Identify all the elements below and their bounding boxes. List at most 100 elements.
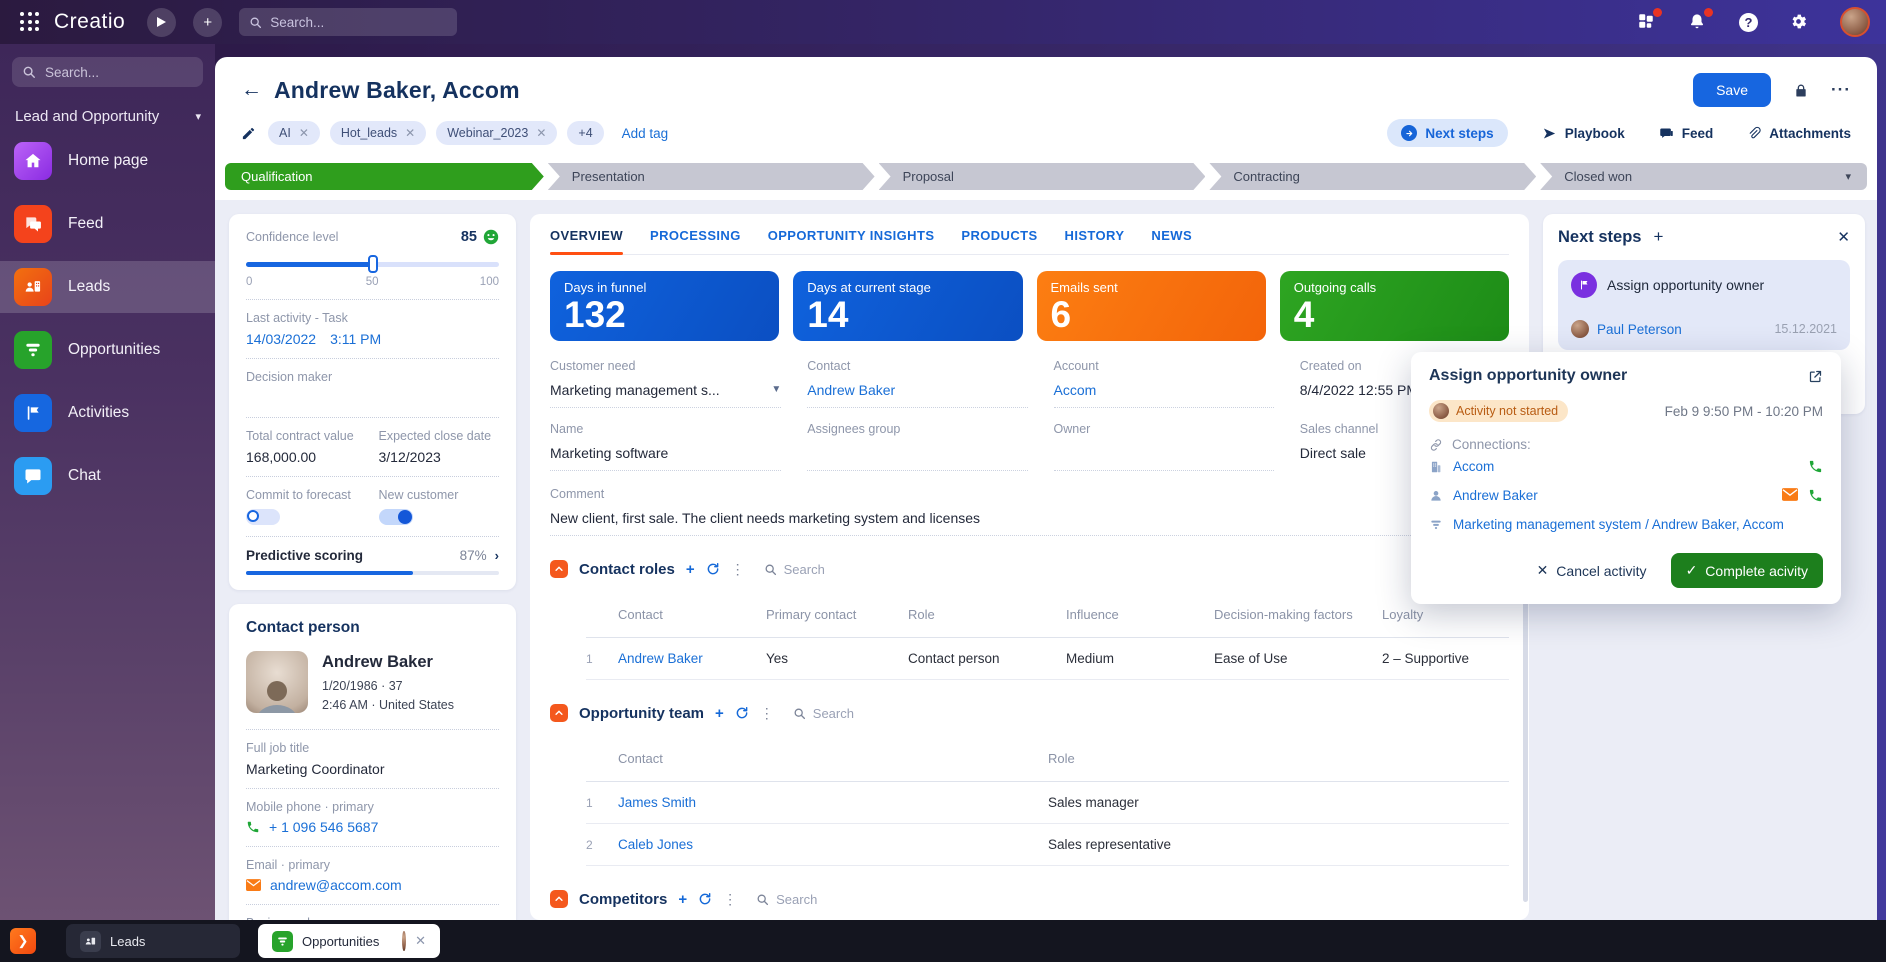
global-search-input[interactable]: Search... [239,8,457,36]
settings-gear-icon[interactable] [1789,12,1809,32]
marketplace-icon[interactable] [1637,12,1657,32]
account-link[interactable]: Accom [1453,459,1494,474]
workspace-selector[interactable]: Lead and Opportunity ▾ [15,108,201,125]
phone-icon[interactable] [1808,459,1823,474]
sidebar-search-input[interactable]: Search... [12,57,203,87]
remove-tag-icon[interactable]: ✕ [299,126,309,140]
close-icon[interactable]: ✕ [415,933,426,949]
name-field[interactable]: Name Marketing software [550,422,781,471]
last-activity-date-link[interactable]: 14/03/2022 [246,331,316,347]
job-title-value[interactable]: Marketing Coordinator [246,761,499,777]
contact-name[interactable]: Andrew Baker [322,653,454,672]
stage-qualification[interactable]: Qualification [225,163,544,190]
refresh-icon[interactable] [706,562,720,576]
sidebar-item-leads[interactable]: Leads [0,261,215,313]
account-link[interactable]: Accom [1054,382,1097,398]
complete-activity-button[interactable]: ✓ Complete acivity [1671,553,1823,588]
commit-forecast-toggle[interactable] [246,509,280,525]
sidebar-item-feed[interactable]: Feed [0,198,215,250]
stage-proposal[interactable]: Proposal [879,163,1206,190]
table-row[interactable]: 1 James Smith Sales manager [586,782,1509,824]
tab-history[interactable]: HISTORY [1065,228,1125,254]
taskbar-tab-opportunities[interactable]: Opportunities ✕ [258,924,440,958]
contact-link[interactable]: Andrew Baker [618,651,766,666]
envelope-icon[interactable] [1782,488,1798,503]
help-icon[interactable]: ? [1739,13,1758,32]
more-actions-icon[interactable]: ··· [1831,80,1851,100]
owner-field[interactable]: Owner [1054,422,1274,471]
next-steps-button[interactable]: Next steps [1387,119,1507,147]
open-record-icon[interactable] [1808,369,1823,384]
confidence-slider[interactable] [246,255,499,273]
tag-pill[interactable]: Webinar_2023✕ [436,121,557,145]
assignees-group-field[interactable]: Assignees group [807,422,1027,471]
kebab-menu-icon[interactable]: ⋮ [723,891,737,908]
attachments-button[interactable]: Attachments [1747,126,1851,141]
sidebar-item-opportunities[interactable]: Opportunities [0,324,215,376]
contact-link[interactable]: Andrew Baker [1453,488,1538,503]
sidebar-item-home[interactable]: Home page [0,135,215,187]
stage-contracting[interactable]: Contracting [1209,163,1536,190]
section-search[interactable]: Search [764,562,825,577]
launcher-icon[interactable]: ❯ [10,928,36,954]
table-row[interactable]: 1 Andrew Baker Yes Contact person Medium… [586,638,1509,680]
sidebar-item-chat[interactable]: Chat [0,450,215,502]
contact-link[interactable]: James Smith [618,795,1048,810]
account-field[interactable]: Account Accom [1054,359,1274,408]
cancel-activity-button[interactable]: ✕ Cancel activity [1537,562,1647,579]
user-avatar[interactable] [1840,7,1870,37]
tab-processing[interactable]: PROCESSING [650,228,741,254]
decision-maker-field[interactable] [246,384,499,406]
play-button[interactable] [147,8,176,37]
tab-news[interactable]: NEWS [1151,228,1192,254]
owner-link[interactable]: Paul Peterson [1597,322,1682,337]
remove-tag-icon[interactable]: ✕ [536,126,546,140]
add-tag-link[interactable]: Add tag [622,126,669,141]
add-button[interactable]: + [193,8,222,37]
last-activity-time-link[interactable]: 3:11 PM [330,331,381,347]
tab-overview[interactable]: OVERVIEW [550,228,623,254]
new-customer-toggle[interactable] [379,509,413,525]
mobile-phone-link[interactable]: + 1 096 546 5687 [269,819,378,835]
opportunity-link[interactable]: Marketing management system / Andrew Bak… [1453,517,1784,532]
phone-icon[interactable] [1808,488,1823,503]
playbook-button[interactable]: Playbook [1542,126,1625,141]
stage-presentation[interactable]: Presentation [548,163,875,190]
tag-pill[interactable]: Hot_leads✕ [330,121,426,145]
contact-link[interactable]: Andrew Baker [807,382,895,398]
back-arrow-icon[interactable]: ← [241,78,262,102]
connection-account[interactable]: Accom [1429,452,1823,481]
collapse-icon[interactable] [550,704,568,722]
contact-field[interactable]: Contact Andrew Baker [807,359,1027,408]
expected-close-value[interactable]: 3/12/2023 [379,449,500,465]
feed-button[interactable]: Feed [1659,126,1714,141]
contact-photo[interactable] [246,651,308,713]
edit-tags-icon[interactable] [241,126,256,141]
chevron-right-icon[interactable]: › [495,548,499,563]
more-tags-pill[interactable]: +4 [567,121,603,145]
total-contract-value[interactable]: 168,000.00 [246,449,367,465]
close-icon[interactable]: ✕ [1837,228,1850,246]
collapse-icon[interactable] [550,890,568,908]
comment-field[interactable]: Comment New client, first sale. The clie… [550,487,1509,536]
add-icon[interactable]: + [715,705,724,722]
app-grid-icon[interactable] [20,12,40,32]
kebab-menu-icon[interactable]: ⋮ [731,561,745,578]
tab-opportunity-insights[interactable]: OPPORTUNITY INSIGHTS [768,228,935,254]
slider-handle[interactable] [368,255,378,273]
kebab-menu-icon[interactable]: ⋮ [760,705,774,722]
table-row[interactable]: 2 Caleb Jones Sales representative [586,824,1509,866]
taskbar-tab-leads[interactable]: Leads [66,924,240,958]
refresh-icon[interactable] [698,892,712,906]
section-search[interactable]: Search [756,892,817,907]
lock-icon[interactable] [1793,82,1809,99]
email-link[interactable]: andrew@accom.com [270,877,402,893]
stage-closed-won[interactable]: Closed won ▾ [1540,163,1867,190]
collapse-icon[interactable] [550,560,568,578]
section-search[interactable]: Search [793,706,854,721]
save-button[interactable]: Save [1693,73,1771,107]
tag-pill[interactable]: AI✕ [268,121,320,145]
add-icon[interactable]: + [678,891,687,908]
status-badge[interactable]: Activity not started [1429,400,1568,422]
connection-opportunity[interactable]: Marketing management system / Andrew Bak… [1429,510,1823,539]
